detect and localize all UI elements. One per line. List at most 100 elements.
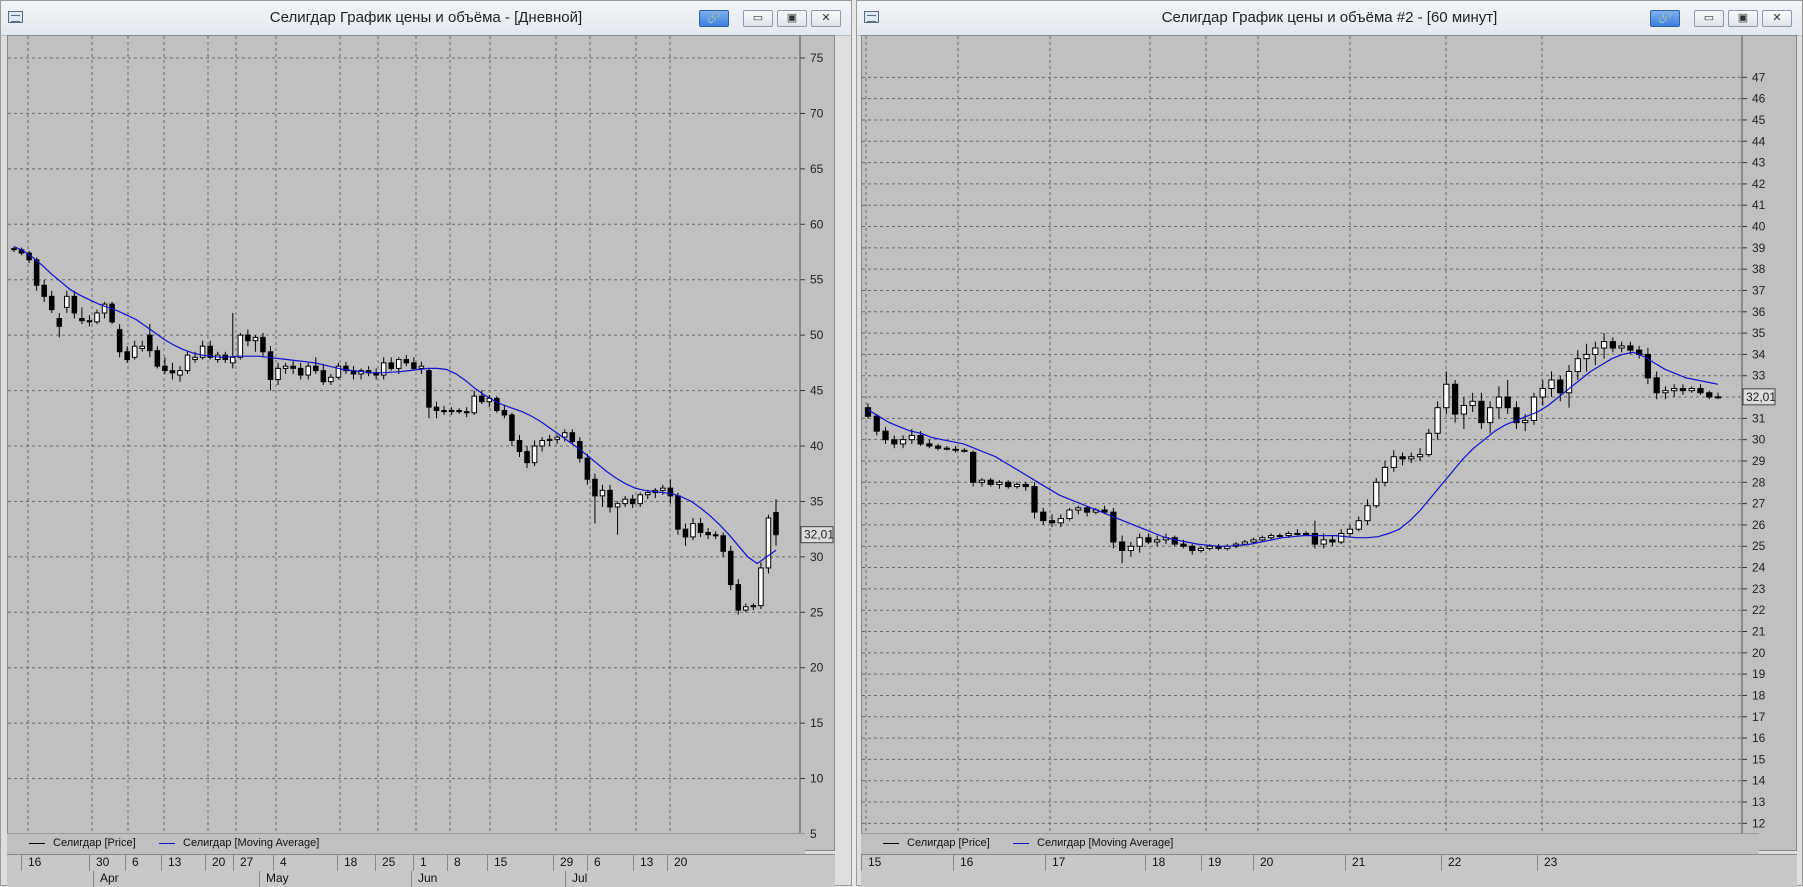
x-tick: 20 xyxy=(1253,855,1273,871)
y-tick-label: 30 xyxy=(810,550,824,564)
candle xyxy=(365,366,372,377)
candle-body xyxy=(162,365,168,372)
candle-body xyxy=(644,492,651,496)
y-tick-label: 22 xyxy=(1752,603,1766,617)
x-tick-label: 17 xyxy=(1052,855,1066,869)
link-button[interactable]: 🔗 xyxy=(1650,10,1680,27)
candle-body xyxy=(1583,353,1590,360)
candle-body xyxy=(1083,507,1091,513)
close-button[interactable]: ✕ xyxy=(1762,10,1792,27)
candle-body xyxy=(1197,547,1205,552)
y-tick-label: 21 xyxy=(1752,625,1766,639)
minimize-button[interactable]: ▭ xyxy=(1694,10,1724,27)
candle xyxy=(987,478,994,487)
candle xyxy=(116,324,123,358)
candle xyxy=(441,406,447,415)
candle xyxy=(675,492,681,535)
candle-body xyxy=(561,432,568,438)
x-tick-label: 21 xyxy=(1352,855,1366,869)
candle-body xyxy=(71,295,78,314)
candle xyxy=(471,390,477,415)
date-axis[interactable]: 15 16 17 18 19 20 21 22 23 xyxy=(861,854,1797,887)
window-titlebar[interactable]: Селигдар График цены и объёма #2 - [60 м… xyxy=(857,1,1802,36)
candle-body xyxy=(418,365,425,369)
y-tick-label: 33 xyxy=(1752,369,1766,383)
date-axis[interactable]: 16 30 6 13 20 27 4 18 25 1 8 15 29 6 13 20 Apr May Jun Jul xyxy=(7,854,835,887)
minimize-button[interactable]: ▭ xyxy=(743,10,773,27)
x-tick: 29 xyxy=(553,855,573,871)
x-tick: 13 xyxy=(633,855,653,871)
candle xyxy=(1714,392,1722,400)
candle-body xyxy=(252,336,259,342)
candle-body xyxy=(1495,396,1503,409)
candle-body xyxy=(1031,486,1038,513)
candle-body xyxy=(388,362,394,369)
candle xyxy=(1294,529,1301,536)
chart-plot-area[interactable]: 4746454443424140393837363534333231302928… xyxy=(861,35,1797,851)
candle xyxy=(509,412,515,446)
restore-button[interactable]: ▣ xyxy=(777,10,807,27)
candle-body xyxy=(33,259,40,286)
candle xyxy=(162,357,168,374)
candle-body xyxy=(1600,341,1608,349)
candle xyxy=(1022,482,1029,491)
candle xyxy=(1390,450,1397,472)
candle-body xyxy=(1679,388,1687,392)
candle xyxy=(952,446,959,453)
x-tick-label: 13 xyxy=(640,855,654,869)
candle-body xyxy=(290,365,296,369)
candle xyxy=(1478,392,1485,430)
candle-body xyxy=(765,517,772,569)
candle-body xyxy=(411,362,417,369)
candle xyxy=(1013,482,1021,489)
restore-button[interactable]: ▣ xyxy=(1728,10,1758,27)
candle-body xyxy=(667,487,674,497)
x-month-label: May xyxy=(266,871,289,885)
x-tick: 22 xyxy=(1441,855,1461,871)
candle-body xyxy=(1671,388,1678,392)
hourly-candlestick-chart[interactable]: 4746454443424140393837363534333231302928… xyxy=(862,36,1796,850)
candle-body xyxy=(758,567,764,607)
candle-body xyxy=(891,439,898,445)
candle xyxy=(629,494,636,509)
candle xyxy=(1425,429,1432,457)
y-tick-label: 24 xyxy=(1752,561,1766,575)
candle-body xyxy=(1399,456,1406,460)
y-tick-label: 15 xyxy=(1752,752,1766,766)
candle xyxy=(124,346,130,363)
y-tick-label: 43 xyxy=(1752,156,1766,170)
link-button[interactable]: 🔗 xyxy=(699,10,729,27)
candle-body xyxy=(1101,509,1108,513)
candle xyxy=(199,340,206,360)
candle-body xyxy=(463,411,470,414)
candle xyxy=(622,495,628,507)
candle xyxy=(260,332,266,358)
candle xyxy=(1618,341,1625,353)
chart-plot-area[interactable]: 75 70 65 60 55 50 45 40 35 30 25 20 15 10 5 32,01 xyxy=(7,35,835,851)
y-tick-label: 40 xyxy=(810,439,824,453)
candle xyxy=(1530,392,1538,425)
x-tick-label: 1 xyxy=(420,855,427,869)
candle-body xyxy=(743,606,749,611)
legend-price: Селигдар [Price] xyxy=(883,837,990,849)
candle xyxy=(539,437,545,452)
candle-body xyxy=(735,584,742,611)
y-tick-label: 39 xyxy=(1752,241,1766,255)
candle xyxy=(290,359,296,374)
y-tick-label: 70 xyxy=(810,106,824,120)
candle-body xyxy=(978,479,986,483)
candle-body xyxy=(1381,466,1389,483)
y-tick-label: 16 xyxy=(1752,731,1766,745)
candle-body xyxy=(882,430,889,441)
close-button[interactable]: ✕ xyxy=(811,10,841,27)
candle-body xyxy=(426,370,432,408)
candle xyxy=(644,490,651,500)
x-tick: 16 xyxy=(21,855,41,871)
candle-body xyxy=(705,531,711,536)
window-titlebar[interactable]: Селигдар График цены и объёма - [Дневной… xyxy=(1,1,851,36)
daily-candlestick-chart[interactable]: 75 70 65 60 55 50 45 40 35 30 25 20 15 10 5 32,01 xyxy=(8,36,834,850)
candle xyxy=(109,301,115,325)
x-tick: 20 xyxy=(667,855,687,871)
candle-body xyxy=(584,457,591,480)
y-tick-label: 35 xyxy=(810,494,824,508)
